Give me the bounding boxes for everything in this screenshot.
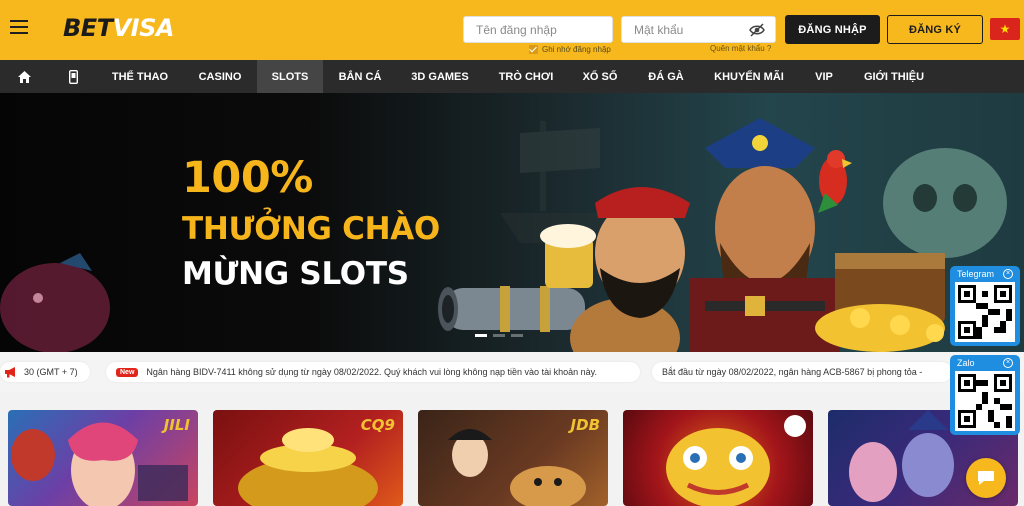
nav-item-3d-games[interactable]: 3D GAMES xyxy=(404,60,476,93)
announcement-text: Ngân hàng BIDV-7411 không sử dụng từ ngà… xyxy=(146,367,597,377)
banner-headline-bonus: THƯỞNG CHÀO xyxy=(182,211,440,247)
home-icon[interactable] xyxy=(10,60,38,93)
remember-checkbox[interactable] xyxy=(529,45,538,54)
timezone-text: 30 (GMT + 7) xyxy=(24,367,78,377)
nav-item-da-ga[interactable]: ĐÁ GÀ xyxy=(640,60,692,93)
skull-rock xyxy=(883,148,1007,258)
username-field[interactable] xyxy=(463,16,613,43)
logo-text-bet: BET xyxy=(63,14,113,42)
carousel-dot[interactable] xyxy=(511,334,523,337)
main-nav: THỂ THAO CASINO SLOTS BẮN CÁ 3D GAMES TR… xyxy=(0,60,1024,93)
eye-hidden-icon[interactable] xyxy=(749,23,765,37)
cannon xyxy=(438,286,585,332)
header-bar: BETVISA Ghi nhớ đăng nhập Quên mật khẩu … xyxy=(0,0,1024,60)
chat-bubble-icon[interactable] xyxy=(966,458,1006,498)
announcement-item[interactable]: New Ngân hàng BIDV-7411 không sử dụng từ… xyxy=(106,362,640,382)
forgot-password-link[interactable]: Quên mật khẩu ? xyxy=(710,44,771,53)
game-card-jdb[interactable]: JDB xyxy=(418,410,608,506)
mobile-icon[interactable] xyxy=(60,60,86,93)
nav-item-casino[interactable]: CASINO xyxy=(190,60,250,93)
pirate-captain xyxy=(690,118,840,352)
announcement-ticker: 30 (GMT + 7) New Ngân hàng BIDV-7411 khô… xyxy=(0,352,1024,392)
nav-item-slots[interactable]: SLOTS xyxy=(257,60,323,93)
nav-item-vip[interactable]: VIP xyxy=(806,60,842,93)
carousel-dot[interactable] xyxy=(475,334,487,337)
logo-text-visa: VISA xyxy=(112,14,175,42)
zalo-qr-widget[interactable]: Zalo × xyxy=(950,355,1020,435)
banner-headline-percent: 100% xyxy=(182,153,313,203)
parrot xyxy=(818,150,852,213)
flag-star: ★ xyxy=(999,22,1011,36)
close-icon[interactable]: × xyxy=(1003,269,1013,279)
betvisa-logo[interactable]: BETVISA xyxy=(63,14,174,42)
game-brand-label: JDB xyxy=(570,416,600,434)
password-field[interactable] xyxy=(621,16,776,43)
telegram-qr-widget[interactable]: Telegram × xyxy=(950,266,1020,346)
nav-item-the-thao[interactable]: THỂ THAO xyxy=(104,60,176,93)
timezone-pill: 30 (GMT + 7) xyxy=(0,362,90,382)
close-icon[interactable]: × xyxy=(1003,358,1013,368)
game-brand-label: CQ9 xyxy=(360,416,395,434)
left-creature xyxy=(0,253,110,352)
banner-headline-slots: MỪNG SLOTS xyxy=(182,256,409,292)
telegram-qr-code xyxy=(955,282,1015,342)
remember-label: Ghi nhớ đăng nhập xyxy=(542,45,611,54)
remember-me[interactable]: Ghi nhớ đăng nhập xyxy=(529,45,611,54)
nav-item-gioi-thieu[interactable]: GIỚI THIỆU xyxy=(857,60,931,93)
pirate-artwork xyxy=(0,118,1007,352)
nav-item-khuyen-mai[interactable]: KHUYẾN MÃI xyxy=(708,60,790,93)
new-badge: New xyxy=(116,367,139,377)
announcement-text: Bắt đầu từ ngày 08/02/2022, ngân hàng AC… xyxy=(662,367,923,377)
username-input[interactable] xyxy=(464,17,612,42)
game-card-lion-dance[interactable] xyxy=(623,410,813,506)
announcement-item[interactable]: Bắt đầu từ ngày 08/02/2022, ngân hàng AC… xyxy=(652,362,952,382)
game-art xyxy=(666,415,806,506)
carousel-dots xyxy=(475,334,523,337)
login-button[interactable]: ĐĂNG NHẬP xyxy=(785,15,880,44)
register-button[interactable]: ĐĂNG KÝ xyxy=(887,15,983,44)
promo-banner[interactable]: 100% THƯỞNG CHÀO MỪNG SLOTS xyxy=(0,93,1024,352)
game-card-jili[interactable]: JILI xyxy=(8,410,198,506)
telegram-label: Telegram xyxy=(957,269,995,279)
megaphone-icon xyxy=(5,367,15,378)
nav-item-xo-so[interactable]: XỔ SỐ xyxy=(576,60,624,93)
nav-item-tro-choi[interactable]: TRÒ CHƠI xyxy=(492,60,560,93)
vietnam-flag-icon[interactable]: ★ xyxy=(990,18,1020,40)
game-brand-label: JILI xyxy=(163,416,190,434)
zalo-qr-code xyxy=(955,371,1015,431)
nav-item-ban-ca[interactable]: BẮN CÁ xyxy=(332,60,388,93)
carousel-dot[interactable] xyxy=(493,334,505,337)
game-card-row: JILI CQ9 JDB xyxy=(0,410,1024,506)
game-card-cq9[interactable]: CQ9 xyxy=(213,410,403,506)
zalo-label: Zalo xyxy=(957,358,975,368)
menu-icon[interactable] xyxy=(10,20,28,36)
